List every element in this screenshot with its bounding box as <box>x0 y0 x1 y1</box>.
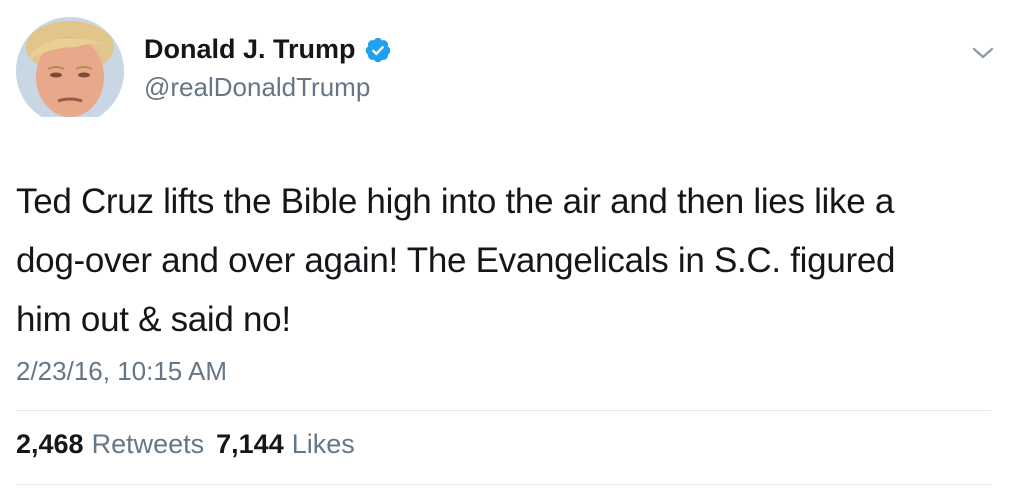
tweet-text-line: Ted Cruz lifts the Bible high into the a… <box>16 182 894 221</box>
tweet-card: Donald J. Trump @realDonaldTrump Ted Cru… <box>0 0 1024 490</box>
divider <box>16 410 991 411</box>
retweets-label: Retweets <box>91 429 205 459</box>
tweet-text-line: him out & said no! <box>16 300 291 339</box>
tweet-text: Ted Cruz lifts the Bible high into the a… <box>16 172 1006 349</box>
verified-badge-icon <box>364 36 392 64</box>
likes-count: 7,144 <box>216 429 284 459</box>
divider <box>16 484 991 485</box>
avatar[interactable] <box>16 17 124 125</box>
likes-stat[interactable]: 7,144 Likes <box>216 429 355 460</box>
display-name[interactable]: Donald J. Trump <box>144 34 356 65</box>
tweet-text-line: dog-over and over again! The Evangelical… <box>16 241 896 280</box>
tweet-stats: 2,468 Retweets 7,144 Likes <box>16 429 355 460</box>
retweets-stat[interactable]: 2,468 Retweets <box>16 429 204 460</box>
name-row: Donald J. Trump <box>144 34 392 65</box>
tweet-timestamp[interactable]: 2/23/16, 10:15 AM <box>16 356 227 387</box>
chevron-down-icon[interactable] <box>970 44 996 62</box>
likes-label: Likes <box>291 429 355 459</box>
retweets-count: 2,468 <box>16 429 84 459</box>
avatar-image <box>16 17 124 125</box>
user-handle[interactable]: @realDonaldTrump <box>144 72 370 103</box>
